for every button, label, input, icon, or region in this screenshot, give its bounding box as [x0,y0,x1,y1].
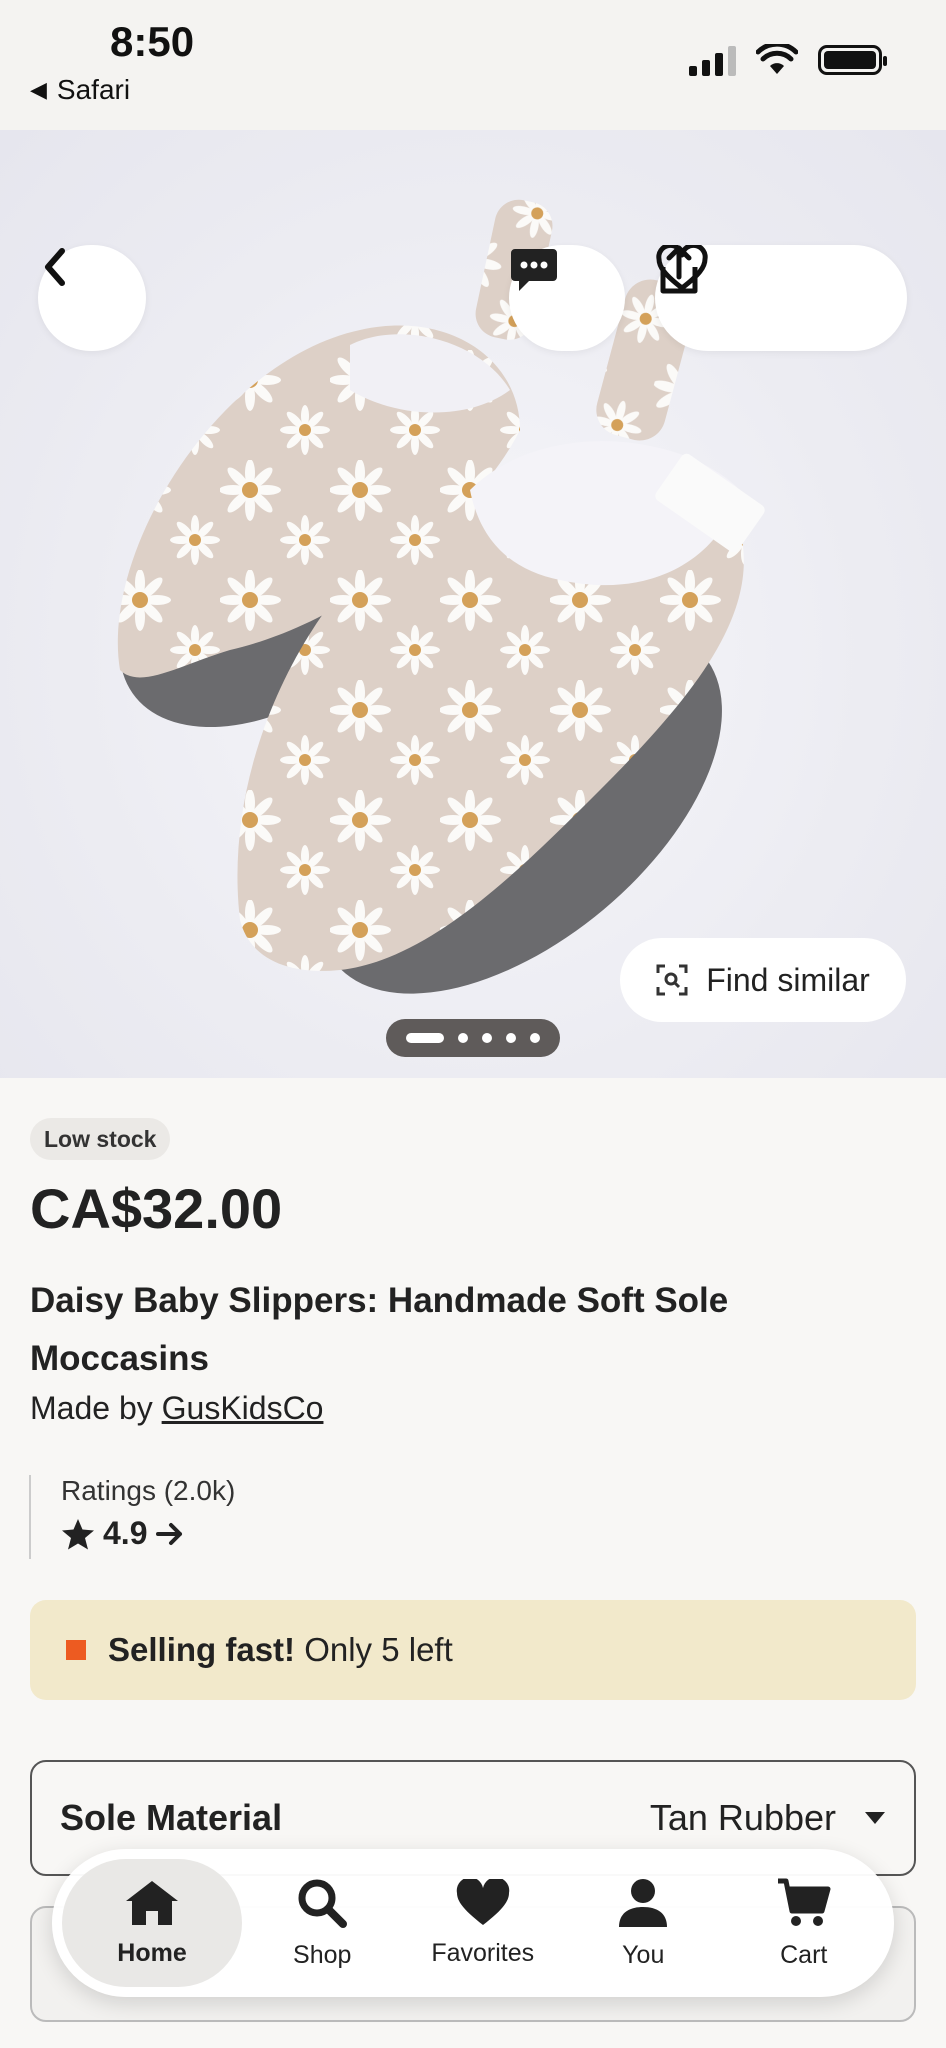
status-bar: 8:50 ◀ Safari [0,0,946,130]
status-icons [689,44,887,76]
product-title: Daisy Baby Slippers: Handmade Soft Sole … [30,1281,729,1378]
tab-home-label: Home [117,1938,187,1967]
tab-cart-label: Cart [780,1940,828,1969]
back-app-label: Safari [56,74,131,105]
arrow-right-icon [156,1522,183,1545]
carousel-dot [482,1033,492,1043]
wifi-icon [756,44,798,74]
find-similar-button[interactable]: Find similar [620,938,906,1022]
ratings-label: Ratings (2.0k) [61,1475,236,1506]
sole-material-label: Sole Material [60,1797,283,1838]
tab-you[interactable]: You [563,1859,724,1987]
carousel-dot [506,1033,516,1043]
tab-favorites-label: Favorites [431,1938,535,1967]
heart-icon [456,1878,509,1925]
carousel-dot [530,1033,540,1043]
find-similar-label: Find similar [706,961,870,998]
back-button[interactable] [38,245,146,351]
tab-shop-label: Shop [293,1940,352,1969]
product-image[interactable] [0,130,946,1078]
chevron-left-icon [45,248,65,286]
shop-name-link[interactable]: GusKidsCo [162,1390,324,1426]
message-seller-button[interactable] [509,245,625,351]
person-icon [619,1878,668,1927]
tab-cart[interactable]: Cart [724,1859,885,1987]
visual-search-icon [656,964,688,996]
selling-fast-text: Selling fast! Only 5 left [108,1631,453,1668]
tab-shop[interactable]: Shop [242,1859,403,1987]
tab-home[interactable]: Home [62,1859,242,1987]
sole-material-value: Tan Rubber [649,1797,836,1838]
back-triangle-icon: ◀ [30,77,47,102]
made-by: Made by GusKidsCo [30,1390,323,1427]
dropdown-caret-icon [865,1812,885,1824]
carousel-dot [458,1033,468,1043]
cart-icon [777,1878,831,1926]
stock-badge: Low stock [30,1118,171,1160]
selling-fast-marker-icon [66,1640,86,1660]
product-price: CA$32.00 [30,1177,283,1240]
message-icon [511,249,557,291]
search-icon [298,1879,348,1928]
share-icon [660,245,698,294]
favorite-share-group [655,245,907,351]
cellular-signal-icon [689,44,736,76]
carousel-indicator[interactable] [386,1019,560,1057]
rating-value: 4.9 [103,1515,148,1551]
status-time: 8:50 [110,18,195,65]
made-by-prefix: Made by [30,1390,153,1426]
star-icon [62,1518,94,1549]
rating-score: 4.9 [61,1515,235,1552]
selling-fast-banner: Selling fast! Only 5 left [30,1600,916,1700]
tab-you-label: You [622,1940,665,1969]
home-icon [126,1880,178,1925]
tab-favorites[interactable]: Favorites [403,1859,564,1987]
carousel-dot [406,1033,444,1043]
battery-icon [818,45,887,75]
ratings-summary[interactable]: Ratings (2.0k) 4.9 [29,1475,235,1559]
back-to-safari[interactable]: ◀ Safari [30,74,130,106]
bottom-tab-bar: Home Shop Favorites You Cart [52,1849,894,1997]
